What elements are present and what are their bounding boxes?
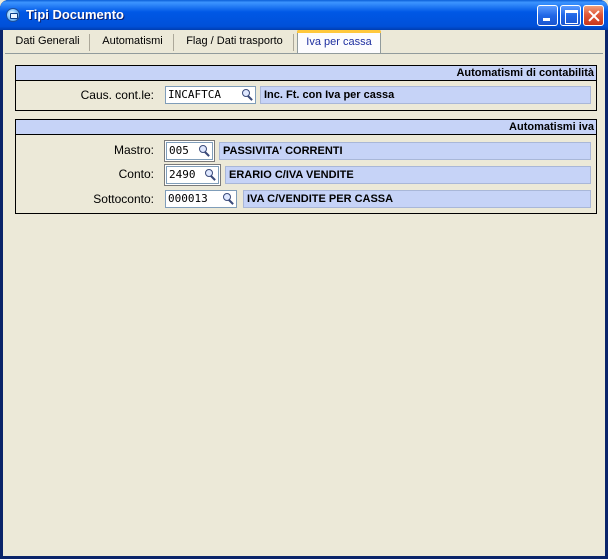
zoom-icon[interactable] — [197, 144, 211, 158]
mastro-description: PASSIVITA' CORRENTI — [219, 142, 591, 160]
causale-code-value: INCAFTCA — [168, 88, 221, 101]
tab-strip: Dati Generali Automatismi Flag / Dati tr… — [5, 30, 603, 53]
conto-code-value: 2490 — [169, 168, 196, 181]
causale-label: Caus. cont.le: — [80, 88, 154, 102]
window-title: Tipi Documento — [26, 7, 124, 22]
causale-description: Inc. Ft. con Iva per cassa — [260, 86, 591, 104]
tab-separator — [173, 34, 174, 51]
zoom-icon[interactable] — [203, 168, 217, 182]
conto-description: ERARIO C/IVA VENDITE — [225, 166, 591, 184]
title-bar[interactable]: Tipi Documento — [0, 0, 608, 30]
app-icon[interactable] — [6, 8, 20, 22]
mastro-code-value: 005 — [169, 144, 189, 157]
iva-group: Automatismi iva Mastro: 005 PASSIVITA' C… — [15, 119, 597, 214]
iva-header: Automatismi iva — [16, 120, 596, 135]
tab-separator — [89, 34, 90, 51]
tab-flag-dati-trasporto[interactable]: Flag / Dati trasporto — [175, 32, 294, 53]
client-area: Dati Generali Automatismi Flag / Dati tr… — [3, 30, 605, 556]
minimize-button[interactable] — [537, 5, 558, 26]
tab-label: Iva per cassa — [306, 36, 372, 48]
tab-label: Automatismi — [102, 35, 163, 47]
zoom-icon[interactable] — [240, 88, 254, 102]
maximize-button[interactable] — [560, 5, 581, 26]
window: Tipi Documento Dati Generali Automatismi… — [0, 0, 608, 559]
sottoconto-code-value: 000013 — [168, 192, 208, 205]
conto-label: Conto: — [118, 167, 154, 181]
tab-divider — [5, 53, 603, 54]
sottoconto-label: Sottoconto: — [93, 192, 154, 206]
sottoconto-description: IVA C/VENDITE PER CASSA — [243, 190, 591, 208]
contabilita-header: Automatismi di contabilità — [16, 66, 596, 81]
close-button[interactable] — [583, 5, 604, 26]
tab-dati-generali[interactable]: Dati Generali — [5, 32, 90, 53]
sottoconto-code-field[interactable]: 000013 — [165, 190, 237, 208]
zoom-icon[interactable] — [221, 192, 235, 206]
mastro-code-field[interactable]: 005 — [166, 142, 213, 160]
contabilita-group: Automatismi di contabilità Caus. cont.le… — [15, 65, 597, 111]
tab-label: Flag / Dati trasporto — [186, 35, 283, 47]
causale-code-field[interactable]: INCAFTCA — [165, 86, 256, 104]
tab-automatismi[interactable]: Automatismi — [91, 32, 174, 53]
tab-iva-per-cassa[interactable]: Iva per cassa — [297, 30, 381, 53]
tab-separator — [293, 34, 294, 51]
mastro-label: Mastro: — [113, 143, 154, 157]
conto-code-field[interactable]: 2490 — [166, 166, 219, 184]
tab-label: Dati Generali — [15, 35, 80, 47]
